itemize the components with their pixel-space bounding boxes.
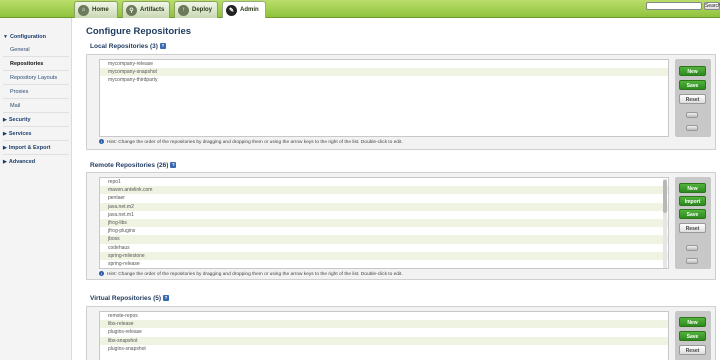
sidebar-item-proxies[interactable]: Proxies [10,89,28,95]
sidebar-item-mail[interactable]: Mail [10,103,20,109]
scrollbar[interactable] [663,179,667,268]
sidebar-section-services[interactable]: ▶ Services [3,131,32,137]
local-repositories-list[interactable]: mycompany-release mycompany-snapshot myc… [99,59,669,137]
triangle-right-icon: ▶ [3,131,7,137]
local-reset-button[interactable]: Reset [679,94,706,104]
info-icon: i [99,271,104,276]
help-icon[interactable]: ? [159,43,166,50]
list-item[interactable]: maven.antelink.com [100,186,668,195]
triangle-right-icon: ▶ [3,117,7,123]
divider [3,112,69,113]
top-nav-bar: ⌂ Home ⚲ Artifacts ↑ Deploy ✎ Admin Sear… [0,0,720,18]
local-repositories-title: Local Repositories (3)? [90,43,166,50]
list-item[interactable]: spring-release [100,260,668,268]
virtual-repositories-title: Virtual Repositories (5)? [90,295,170,302]
search-button[interactable]: Search [704,2,720,10]
remote-repositories-title: Remote Repositories (26)? [90,162,177,169]
remote-hint: i Hint: Change the order of the repositor… [99,271,403,277]
remote-import-button[interactable]: Import [679,196,706,206]
local-save-button[interactable]: Save [679,80,706,90]
virtual-repositories-panel: remote-repos libs-release plugins-releas… [86,306,716,360]
divider [3,84,69,85]
search-icon: ⚲ [126,4,137,16]
move-down-arrow[interactable] [686,125,698,131]
list-item[interactable]: plugins-release [100,328,668,336]
help-icon[interactable]: ? [170,162,177,169]
list-item[interactable]: libs-snapshot [100,336,668,345]
sidebar-item-repository-layouts[interactable]: Repository Layouts [10,75,57,81]
tab-deploy-label: Deploy [192,7,213,13]
remote-button-column: New Import Save Reset [675,177,711,269]
local-repositories-panel: mycompany-release mycompany-snapshot myc… [86,54,716,150]
sidebar-item-general[interactable]: General [10,47,30,53]
local-button-column: New Save Reset [675,59,711,137]
list-item[interactable]: libs-release [100,320,668,329]
sidebar: ▼ Configuration General Repositories Repo… [0,18,72,360]
remote-new-button[interactable]: New [679,183,706,193]
move-down-arrow[interactable] [686,258,698,264]
divider [3,126,69,127]
triangle-right-icon: ▶ [3,159,7,165]
virtual-new-button[interactable]: New [679,317,706,327]
list-item[interactable]: repo1 [100,178,668,186]
divider [3,98,69,99]
tab-admin-label: Admin [240,7,259,13]
tab-deploy[interactable]: ↑ Deploy [174,1,218,18]
list-item[interactable]: codehaus [100,244,668,252]
list-item[interactable]: pentaer [100,194,668,202]
sidebar-section-configuration[interactable]: ▼ Configuration [3,34,46,40]
help-icon[interactable]: ? [163,295,170,302]
wrench-icon: ✎ [226,4,237,16]
remote-repositories-list[interactable]: repo1 maven.antelink.com pentaer java.ne… [99,177,669,269]
virtual-reset-button[interactable]: Reset [679,345,706,355]
move-up-arrow[interactable] [686,245,698,251]
sidebar-section-advanced[interactable]: ▶ Advanced [3,159,35,165]
page-title: Configure Repositories [86,26,192,37]
virtual-save-button[interactable]: Save [679,331,706,341]
triangle-right-icon: ▶ [3,145,7,151]
divider [3,154,69,155]
divider [3,56,69,57]
list-item[interactable]: mycompany-release [100,60,668,68]
list-item[interactable]: remote-repos [100,312,668,320]
remote-save-button[interactable]: Save [679,209,706,219]
info-icon: i [99,139,104,144]
divider [3,140,69,141]
list-item[interactable]: jfrog-libs [100,218,668,228]
list-item[interactable]: mycompany-thirdparty [100,76,668,84]
divider [3,70,69,71]
sidebar-section-security[interactable]: ▶ Security [3,117,31,123]
triangle-down-icon: ▼ [3,34,8,40]
scrollbar-thumb[interactable] [663,180,667,213]
list-item[interactable]: jboss [100,235,668,244]
list-item[interactable]: java.net.m2 [100,202,668,211]
search-input[interactable] [646,2,702,10]
tab-home[interactable]: ⌂ Home [74,1,118,18]
home-icon: ⌂ [78,4,89,16]
list-item[interactable]: spring-milestone [100,251,668,260]
tab-artifacts-label: Artifacts [140,7,165,13]
virtual-repositories-list[interactable]: remote-repos libs-release plugins-releas… [99,311,669,360]
tab-home-label: Home [92,7,109,13]
local-hint: i Hint: Change the order of the repositor… [99,139,403,145]
list-item[interactable]: mycompany-snapshot [100,68,668,77]
local-new-button[interactable]: New [679,66,706,76]
virtual-button-column: New Save Reset [675,311,711,360]
sidebar-item-repositories[interactable]: Repositories [10,61,43,67]
sidebar-section-import-export[interactable]: ▶ Import & Export [3,145,50,151]
tab-admin[interactable]: ✎ Admin [222,1,266,18]
remote-reset-button[interactable]: Reset [679,223,706,233]
move-up-arrow[interactable] [686,112,698,118]
tab-artifacts[interactable]: ⚲ Artifacts [122,1,170,18]
list-item[interactable]: java.net.m1 [100,211,668,219]
remote-repositories-panel: repo1 maven.antelink.com pentaer java.ne… [86,172,716,280]
list-item[interactable]: plugins-snapshot [100,345,668,353]
list-item[interactable]: jfrog-plugins [100,227,668,235]
upload-icon: ↑ [178,4,189,16]
